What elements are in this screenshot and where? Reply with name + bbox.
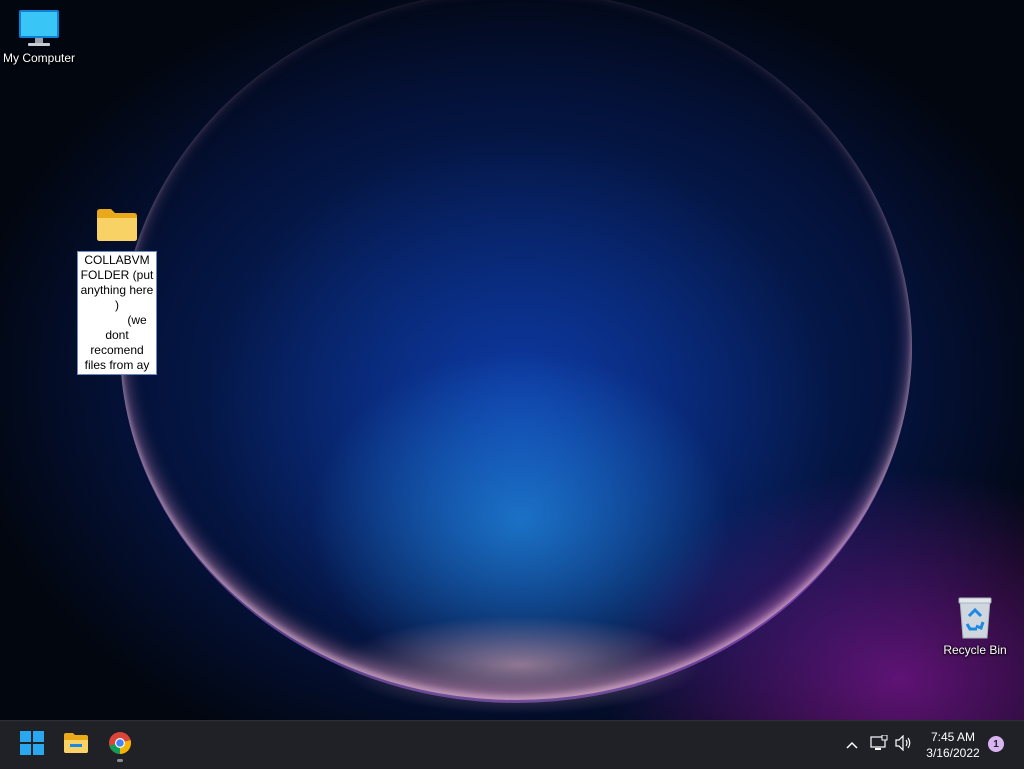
folder-icon xyxy=(95,206,139,245)
clock-time: 7:45 AM xyxy=(930,730,976,744)
notification-badge[interactable]: 1 xyxy=(988,736,1004,752)
network-button[interactable] xyxy=(868,721,890,769)
volume-button[interactable] xyxy=(893,721,915,769)
taskbar: 7:45 AM 3/16/2022 xyxy=(0,720,1024,769)
clock-button[interactable]: 7:45 AM 3/16/2022 xyxy=(918,721,988,769)
start-button[interactable] xyxy=(14,727,50,763)
windows-logo-icon xyxy=(20,730,44,760)
desktop-icon-label: Recycle Bin xyxy=(943,643,1007,657)
taskbar-file-explorer-button[interactable] xyxy=(58,727,94,763)
recycle-bin-icon xyxy=(955,596,995,643)
desktop-icon-label: My Computer xyxy=(2,51,76,65)
network-icon xyxy=(870,734,888,756)
running-indicator xyxy=(117,759,123,762)
desktop-icon-recycle-bin[interactable]: Recycle Bin xyxy=(940,596,1010,658)
desktop-background[interactable]: My Computer COLLABVM FOLDER (put anythin… xyxy=(0,0,1024,720)
taskbar-chrome-button[interactable] xyxy=(102,727,138,763)
monitor-icon xyxy=(17,8,61,51)
show-hidden-icons-button[interactable] xyxy=(840,721,864,769)
desktop-icon-collabvm-folder[interactable]: COLLABVM FOLDER (put anything here ) (we… xyxy=(74,206,160,375)
speaker-icon xyxy=(895,734,913,756)
chrome-icon xyxy=(108,731,132,760)
clock-date: 3/16/2022 xyxy=(926,746,980,760)
desktop-icon-my-computer[interactable]: My Computer xyxy=(0,8,78,66)
folder-icon xyxy=(63,732,89,759)
chevron-up-icon xyxy=(846,736,858,754)
wallpaper-bloom xyxy=(120,0,912,703)
desktop-icon-label-editing[interactable]: COLLABVM FOLDER (put anything here ) (we… xyxy=(77,251,157,375)
